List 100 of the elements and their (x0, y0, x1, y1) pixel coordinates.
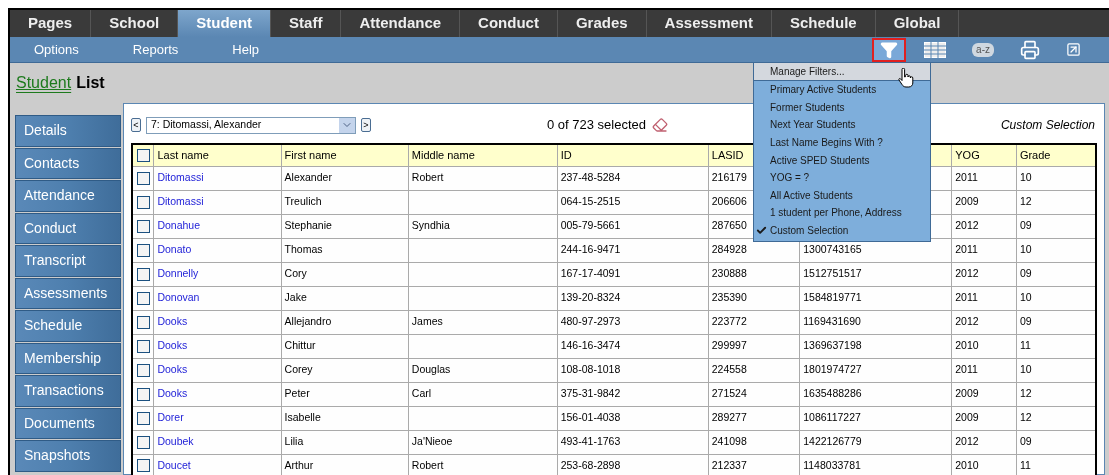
table-cell: 216179 (711, 171, 747, 184)
table-cell: 1512751517 (803, 267, 862, 280)
row-checkbox[interactable] (136, 267, 150, 281)
sidebar-item[interactable]: Conduct (15, 212, 121, 244)
table-cell: Allejandro (284, 315, 332, 328)
last-name-link[interactable]: Donato (157, 243, 192, 256)
sidebar-item[interactable]: Contacts (15, 147, 121, 179)
table-cell: 1584819771 (803, 291, 862, 304)
sidebar-item[interactable]: Schedule (15, 310, 121, 342)
table-cell: 2009 (955, 411, 979, 424)
row-checkbox[interactable] (136, 387, 150, 401)
table-cell: 1169431690 (803, 315, 861, 328)
table-cell: 271524 (711, 387, 747, 400)
table-cell: Syndhia (411, 219, 450, 232)
filter-option[interactable]: Last Name Begins With ? (754, 133, 930, 152)
sidebar-item[interactable]: Transcript (15, 245, 121, 277)
table-cell: 284928 (711, 243, 747, 256)
table-cell: 1086117227 (803, 411, 861, 424)
table-cell: 493-41-1763 (560, 435, 621, 448)
row-checkbox[interactable] (136, 363, 150, 377)
table-cell: 09 (1019, 219, 1032, 232)
row-checkbox[interactable] (136, 195, 150, 209)
table-cell: 2011 (955, 363, 978, 376)
menu-item[interactable]: Help (232, 39, 260, 60)
next-button[interactable]: > (361, 118, 371, 132)
row-checkbox[interactable] (136, 435, 150, 449)
sidebar-item[interactable]: Documents (15, 407, 121, 439)
filter-option[interactable]: All Active Students (754, 186, 930, 205)
table-cell: 2012 (955, 267, 979, 280)
last-name-link[interactable]: Dooks (157, 339, 188, 352)
table-cell: 212337 (711, 458, 747, 471)
column-header[interactable]: ID (560, 149, 572, 161)
table-cell: 480-97-2973 (560, 315, 621, 328)
sidebar-item[interactable]: Details (15, 115, 121, 147)
table-cell: 12 (1019, 411, 1032, 424)
table-cell: Stephanie (284, 219, 332, 232)
sidebar-item[interactable]: Transactions (15, 375, 121, 407)
sidebar-item[interactable]: Snapshots (15, 440, 121, 472)
filter-option[interactable]: 1 student per Phone, Address (754, 204, 930, 222)
table-cell: 224558 (711, 363, 747, 376)
table-cell: 299997 (711, 339, 747, 352)
last-name-link[interactable]: Doubek (157, 435, 194, 448)
table-cell: Alexander (284, 171, 332, 184)
table-cell: Treulich (284, 195, 322, 208)
grid-icon (924, 41, 947, 58)
row-checkbox[interactable] (136, 459, 150, 473)
current-filter: Custom Selection (1000, 117, 1096, 134)
menu-item[interactable]: Reports (132, 39, 179, 60)
last-name-link[interactable]: Ditomassi (157, 195, 204, 208)
eraser-icon[interactable] (652, 117, 669, 133)
table-cell: Robert (411, 171, 444, 184)
row-checkbox[interactable] (136, 291, 150, 305)
menu-item[interactable]: Options (34, 39, 79, 60)
filter-option[interactable]: Next Year Students (754, 116, 930, 134)
table-cell: 12 (1019, 195, 1032, 208)
table-cell: 146-16-3474 (560, 339, 621, 352)
table-cell: 005-79-5661 (560, 219, 621, 232)
table-cell: 375-31-9842 (560, 387, 621, 400)
filter-option[interactable]: YOG = ? (754, 168, 930, 187)
table-cell: Ja'Nieoe (411, 435, 453, 448)
select-all-checkbox[interactable] (136, 148, 150, 162)
table-cell: Isabelle (284, 411, 321, 424)
table-cell: 2010 (955, 458, 979, 471)
row-checkbox[interactable] (136, 219, 150, 233)
manage-filters-item[interactable]: Manage Filters... (754, 63, 930, 81)
last-name-link[interactable]: Dorer (157, 411, 184, 424)
last-name-link[interactable]: Doucet (157, 458, 191, 471)
sidebar-item[interactable]: Membership (15, 342, 121, 374)
table-cell: Chittur (284, 339, 316, 352)
table-cell: 206606 (711, 195, 747, 208)
toolbar-button[interactable]: a-z (964, 37, 1002, 62)
last-name-link[interactable]: Donovan (157, 291, 200, 304)
row-checkbox[interactable] (136, 243, 150, 257)
row-checkbox[interactable] (136, 339, 150, 353)
row-checkbox[interactable] (136, 315, 150, 329)
table-cell: 253-68-2898 (560, 458, 621, 471)
last-name-link[interactable]: Dooks (157, 387, 188, 400)
table-cell: 108-08-1018 (560, 363, 621, 376)
last-name-link[interactable]: Donahue (157, 219, 201, 232)
toolbar-button[interactable] (872, 37, 907, 62)
filter-option[interactable]: Active SPED Students (754, 151, 930, 169)
sidebar-item[interactable]: Attendance (15, 180, 121, 212)
table-cell: 244-16-9471 (560, 243, 621, 256)
sidebar-item[interactable]: Assessments (15, 277, 121, 309)
row-checkbox[interactable] (136, 411, 150, 425)
row-checkbox[interactable] (136, 171, 150, 185)
selection-count: 0 of 723 selected (547, 116, 647, 135)
record-select[interactable]: 7: Ditomassi, Alexander (146, 116, 356, 134)
last-name-link[interactable]: Dooks (157, 315, 188, 328)
table-cell: Douglas (411, 363, 451, 376)
previous-button[interactable]: < (131, 118, 141, 132)
last-name-link[interactable]: Ditomassi (157, 171, 204, 184)
last-name-link[interactable]: Donnelly (157, 267, 199, 280)
filter-option[interactable]: Primary Active Students (754, 81, 930, 99)
filter-option[interactable]: Custom Selection (754, 221, 930, 240)
last-name-link[interactable]: Dooks (157, 363, 188, 376)
table-cell: 2009 (955, 195, 979, 208)
table-cell: 1635488286 (803, 387, 862, 400)
column-header[interactable]: LASID (711, 149, 744, 161)
filter-option[interactable]: Former Students (754, 98, 930, 117)
